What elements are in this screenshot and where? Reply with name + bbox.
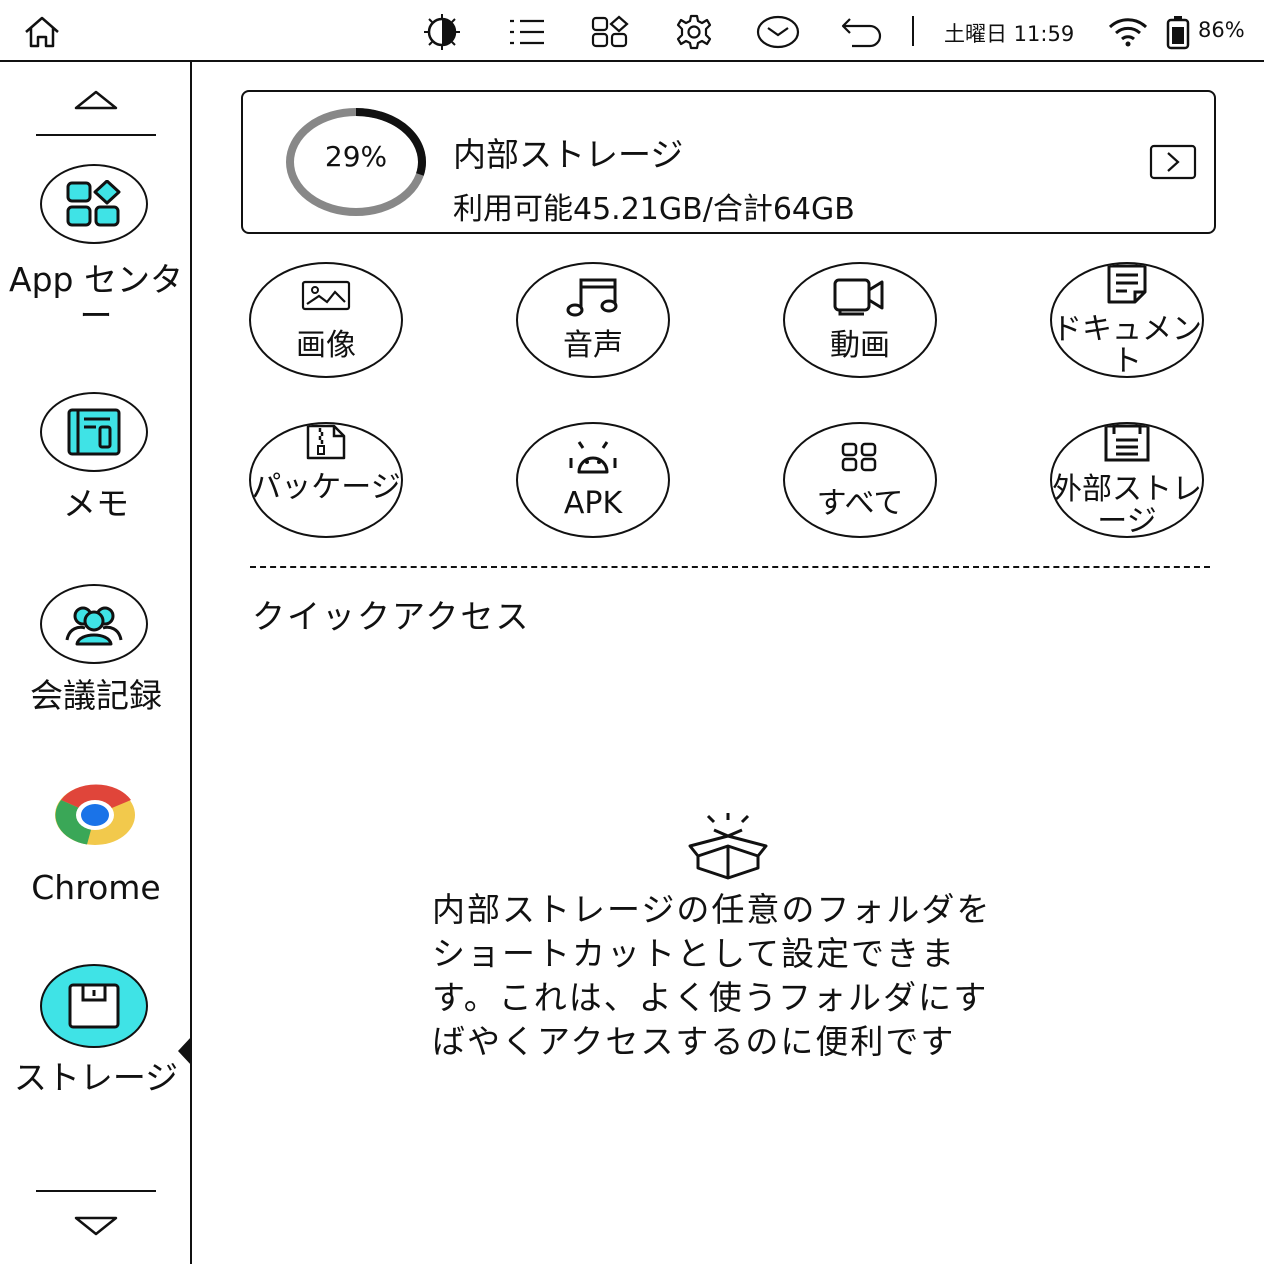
category-label: 画像 [296, 328, 356, 363]
apps-icon[interactable] [588, 12, 632, 52]
category-packages[interactable]: パッケージ [249, 422, 403, 538]
sidebar-item-label: ストレージ [13, 1058, 179, 1097]
battery-icon [1156, 12, 1200, 52]
category-video[interactable]: 動画 [783, 262, 937, 378]
category-documents[interactable]: ドキュメント [1050, 262, 1204, 378]
category-apk[interactable]: APK [516, 422, 670, 538]
datetime: 土曜日 11:59 [944, 22, 1075, 46]
category-label: 音声 [563, 328, 623, 363]
category-images[interactable]: 画像 [249, 262, 403, 378]
category-label: パッケージ [251, 470, 401, 505]
sidebar: App センター メモ 会議記録 Chrome ストレージ [0, 62, 192, 1264]
sidebar-item-label: メモ [63, 484, 129, 523]
category-label: 動画 [830, 328, 890, 363]
music-icon [518, 274, 668, 318]
sidebar-item-chrome[interactable] [54, 784, 136, 846]
open-storage-button[interactable] [1149, 144, 1197, 180]
category-label: 外部ストレージ [1052, 472, 1202, 538]
status-divider [912, 16, 914, 46]
apps-icon [64, 180, 124, 228]
category-audio[interactable]: 音声 [516, 262, 670, 378]
category-label: すべて [816, 486, 904, 521]
image-icon [251, 278, 401, 312]
sidebar-item-app-center[interactable] [40, 164, 148, 244]
storage-percent: 29% [324, 140, 388, 173]
scroll-up-button[interactable] [72, 88, 120, 112]
category-external-storage[interactable]: 外部ストレージ [1050, 422, 1204, 538]
internal-storage-card[interactable]: 29% 内部ストレージ 利用可能45.21GB/合計64GB [241, 90, 1216, 234]
sidebar-item-label: App センター [9, 260, 183, 335]
zip-icon [251, 424, 401, 460]
empty-box-icon [684, 812, 772, 880]
grid-icon [785, 442, 935, 472]
section-divider [250, 566, 1210, 568]
sidebar-divider-top [36, 134, 156, 136]
android-icon [518, 438, 668, 476]
document-icon [1052, 264, 1202, 304]
active-indicator [178, 1036, 192, 1066]
sidebar-item-label: Chrome [31, 868, 161, 907]
external-storage-icon [1052, 424, 1202, 462]
sidebar-item-meeting-notes[interactable] [40, 584, 148, 664]
scroll-down-button[interactable] [72, 1214, 120, 1238]
quick-access-empty-message: 内部ストレージの任意のフォルダをショートカットとして設定できます。これは、よく使… [432, 890, 992, 1061]
contrast-icon[interactable] [420, 12, 464, 52]
video-icon [785, 276, 935, 316]
list-icon[interactable] [504, 12, 548, 52]
category-label: APK [563, 486, 623, 521]
quick-access-title: クイックアクセス [252, 597, 531, 636]
battery-percent: 86% [1198, 18, 1245, 42]
sidebar-item-label: 会議記録 [30, 676, 162, 715]
people-icon [63, 602, 125, 646]
chevron-right-icon [1149, 144, 1197, 180]
category-label: ドキュメント [1052, 312, 1202, 378]
wifi-icon[interactable] [1106, 12, 1150, 52]
sidebar-divider-bottom [36, 1190, 156, 1192]
sidebar-item-storage[interactable] [40, 964, 148, 1048]
storage-title: 内部ストレージ [453, 135, 684, 174]
storage-capacity: 利用可能45.21GB/合計64GB [453, 192, 855, 227]
mail-icon[interactable] [756, 12, 800, 52]
back-icon[interactable] [840, 12, 884, 52]
chrome-icon [54, 784, 136, 846]
storage-icon [67, 982, 121, 1030]
gear-icon[interactable] [672, 12, 716, 52]
sidebar-item-memo[interactable] [40, 392, 148, 472]
category-all[interactable]: すべて [783, 422, 937, 538]
status-bar: 土曜日 11:59 86% [0, 0, 1264, 62]
home-icon[interactable] [20, 12, 64, 52]
memo-icon [66, 407, 122, 457]
